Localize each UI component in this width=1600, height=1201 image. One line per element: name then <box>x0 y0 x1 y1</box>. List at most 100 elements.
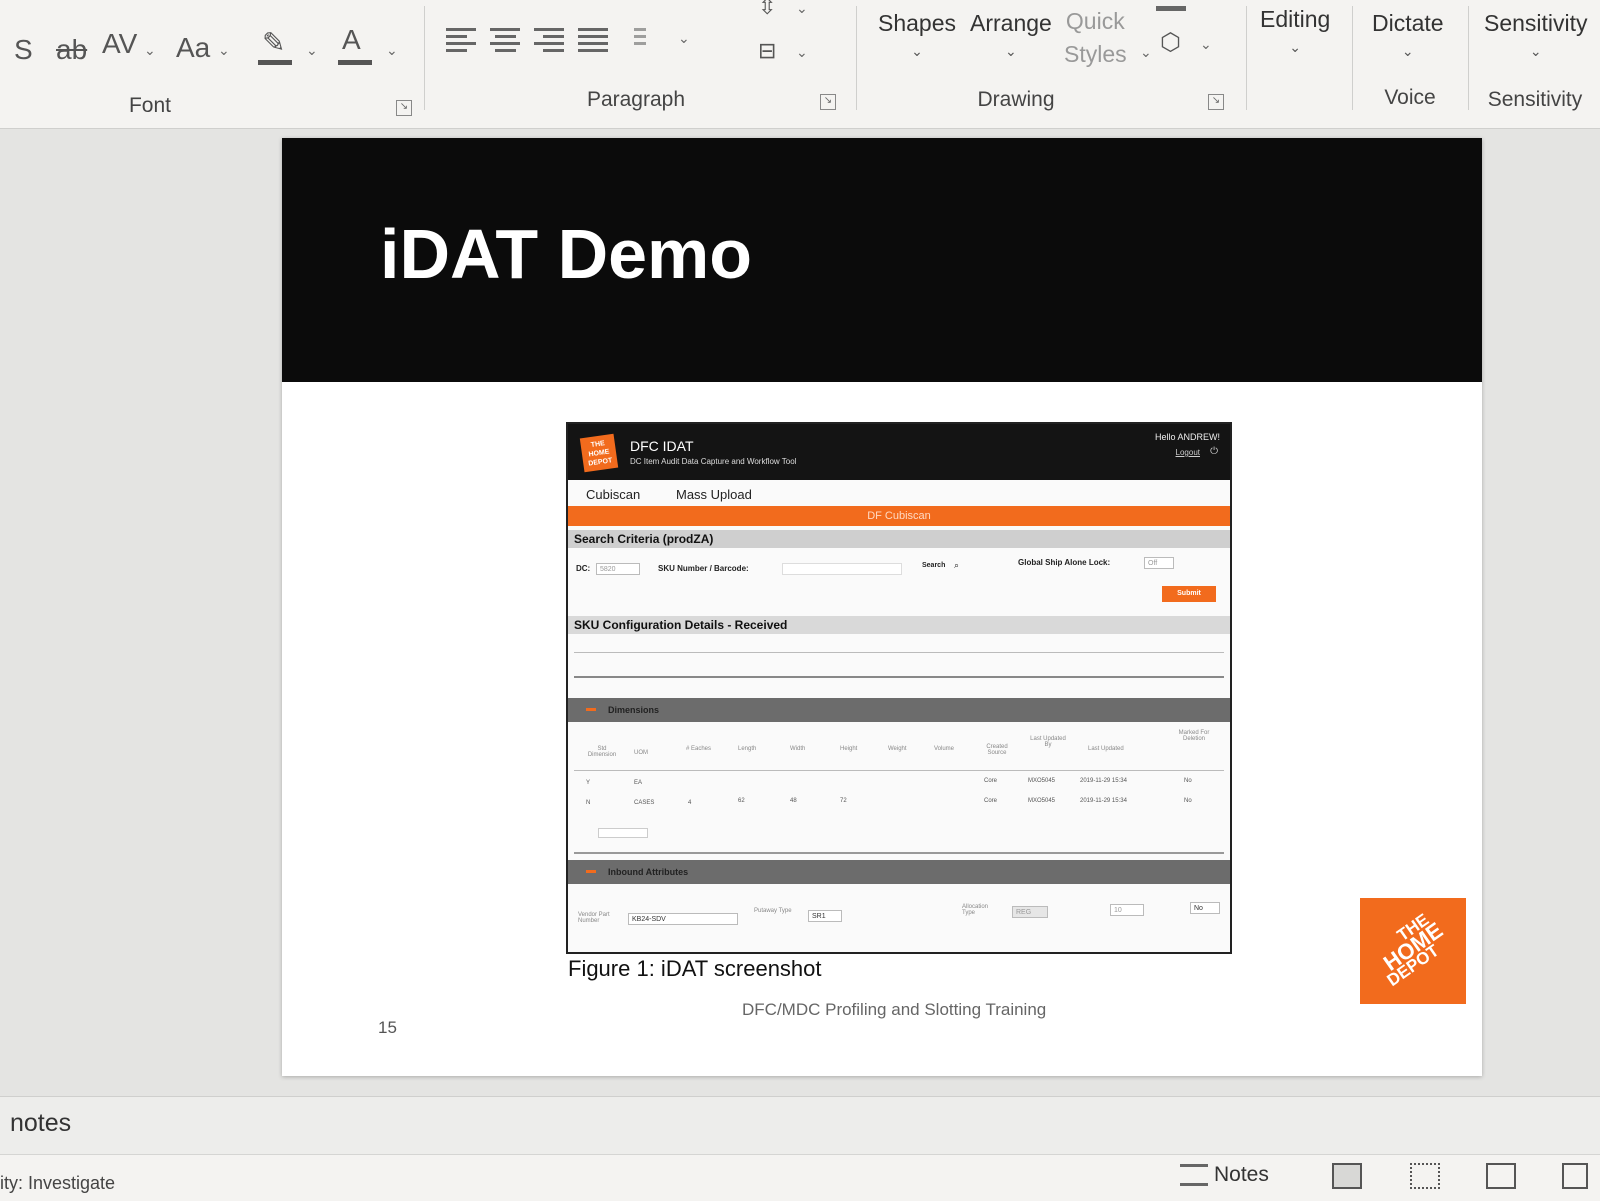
shapes-button[interactable]: Shapes ⌄ <box>878 10 956 60</box>
dim-cell: Y <box>586 780 591 786</box>
embedded-screenshot[interactable]: THE HOME DEPOT DFC IDAT DC Item Audit Data… <box>566 422 1232 954</box>
notes-pane[interactable]: notes <box>0 1096 1600 1155</box>
slide-sorter-button[interactable] <box>1410 1163 1440 1189</box>
figure-caption[interactable]: Figure 1: iDAT screenshot <box>568 956 822 982</box>
align-center-icon[interactable] <box>490 24 520 54</box>
font-color-button[interactable]: A <box>342 24 361 56</box>
drawing-group: Shapes ⌄ Arrange ⌄ Quick Styles ⌄ ⬡ ⌄ Dr… <box>860 0 1242 128</box>
normal-view-button[interactable] <box>1332 1163 1362 1189</box>
sensitivity-status[interactable]: ity: Investigate <box>0 1173 115 1194</box>
notes-button-label: Notes <box>1214 1163 1269 1186</box>
dim-header-uom: UOM <box>634 750 648 756</box>
highlighter-icon[interactable]: ✎ <box>262 26 285 59</box>
slide-footer[interactable]: DFC/MDC Profiling and Slotting Training <box>742 1000 1046 1020</box>
slide-number[interactable]: 15 <box>378 1018 397 1038</box>
editing-label: Editing <box>1260 6 1331 32</box>
change-case-button[interactable]: Aa <box>176 32 210 64</box>
dim-header-created-source: Created Source <box>986 744 1008 756</box>
global-lock-select: Off <box>1144 557 1174 569</box>
slide-title[interactable]: iDAT Demo <box>380 214 752 294</box>
dim-cell: MXO5045 <box>1028 778 1056 784</box>
drawing-group-label: Drawing <box>977 88 1055 111</box>
font-group: S ab AV ⌄ Aa ⌄ ✎ ⌄ A ⌄ Font ↘ <box>0 0 420 128</box>
dim-cell: 62 <box>738 798 745 804</box>
notes-icon <box>1180 1164 1208 1187</box>
partial-format-glyph[interactable]: S <box>14 34 33 66</box>
chevron-down-icon[interactable]: ⌄ <box>218 42 230 59</box>
chevron-down-icon[interactable]: ⌄ <box>796 0 808 17</box>
dim-header-eaches: # Eaches <box>686 746 712 752</box>
separator <box>1246 6 1247 110</box>
chevron-down-icon[interactable]: ⌄ <box>1140 44 1152 61</box>
highlight-color-bar <box>258 60 292 65</box>
dim-cell: 2019-11-29 15:34 <box>1080 798 1127 804</box>
slide[interactable]: iDAT Demo THE HOME DEPOT DFC IDAT DC Item … <box>282 138 1482 1076</box>
align-right-icon[interactable] <box>534 24 564 54</box>
notes-placeholder[interactable]: notes <box>10 1109 71 1138</box>
shape-fill-icon[interactable]: ⬡ <box>1160 28 1181 57</box>
allocation-label: Allocation Type <box>962 904 989 916</box>
dim-header-marked-deletion: Marked For Deletion <box>1178 730 1210 742</box>
chevron-down-icon[interactable]: ⌄ <box>796 44 808 61</box>
dim-bottom-divider <box>574 852 1224 854</box>
sensitivity-button[interactable]: Sensitivity ⌄ <box>1484 10 1588 60</box>
dim-cell: N <box>586 800 591 806</box>
shapes-label: Shapes <box>878 10 957 36</box>
dim-cell: No <box>1184 778 1192 784</box>
chevron-down-icon[interactable]: ⌄ <box>144 42 156 59</box>
align-left-icon[interactable] <box>446 24 476 54</box>
dialog-launcher-icon[interactable]: ↘ <box>396 100 412 116</box>
dim-header-length: Length <box>738 746 757 752</box>
columns-icon[interactable] <box>634 24 664 54</box>
dim-header-height: Height <box>840 746 858 752</box>
chevron-down-icon[interactable]: ⌄ <box>1200 36 1212 53</box>
dynamic-locations-input: 10 <box>1110 904 1144 916</box>
sku-input <box>782 563 902 575</box>
paragraph-group: ⌄ ⇳ ⌄ ⊟ ⌄ Paragraph ↘ <box>428 0 844 128</box>
dim-cell: 72 <box>840 798 847 804</box>
title-bar: iDAT Demo <box>282 138 1482 382</box>
arrange-button[interactable]: Arrange ⌄ <box>970 10 1052 60</box>
chevron-down-icon: ⌄ <box>911 43 923 59</box>
separator <box>1468 6 1469 110</box>
dictate-button[interactable]: Dictate ⌄ <box>1372 10 1444 60</box>
voice-group-label: Voice <box>1384 86 1436 109</box>
dimensions-heading: Dimensions <box>568 698 1230 722</box>
inbound-attributes-heading: Inbound Attributes <box>568 860 1230 884</box>
quick-styles-button[interactable]: Quick Styles <box>1064 8 1127 68</box>
chevron-down-icon[interactable]: ⌄ <box>386 42 398 59</box>
chevron-down-icon: ⌄ <box>1289 39 1302 55</box>
dim-header-std: Std Dimension <box>587 746 617 758</box>
global-lock-label: Global Ship Alone Lock: <box>1018 558 1111 567</box>
chevron-down-icon[interactable]: ⌄ <box>306 42 318 59</box>
dialog-launcher-icon[interactable]: ↘ <box>1208 94 1224 110</box>
editing-button[interactable]: Editing ⌄ <box>1260 6 1330 56</box>
config-row-divider <box>574 652 1224 653</box>
chevron-down-icon[interactable]: ⌄ <box>678 30 690 47</box>
dim-cell: No <box>1184 798 1192 804</box>
dim-cell: 2019-11-29 15:34 <box>1080 778 1127 784</box>
strikethrough-button[interactable]: ab <box>56 34 87 66</box>
character-spacing-button[interactable]: AV <box>102 28 137 60</box>
app-tab-cubiscan: Cubiscan <box>586 487 641 502</box>
notes-toggle-button[interactable]: Notes <box>1180 1163 1269 1187</box>
shape-outline-bar[interactable] <box>1156 6 1186 11</box>
app-tab-mass-upload: Mass Upload <box>676 487 752 502</box>
reading-view-button[interactable] <box>1486 1163 1516 1189</box>
slideshow-button[interactable] <box>1562 1163 1588 1189</box>
dim-cell: 48 <box>790 798 797 804</box>
inbound-select: No <box>1190 902 1220 914</box>
add-dimension-button <box>598 828 648 838</box>
chevron-down-icon: ⌄ <box>1529 43 1542 59</box>
putaway-select: SR1 <box>808 910 842 922</box>
dim-header-divider <box>574 770 1224 771</box>
dim-cell: Core <box>984 798 998 804</box>
text-direction-icon[interactable]: ⇳ <box>758 0 776 20</box>
paragraph-group-label: Paragraph <box>586 88 686 111</box>
dim-header-volume: Volume <box>934 746 955 752</box>
align-text-icon[interactable]: ⊟ <box>758 38 776 64</box>
power-icon: ⏻ <box>1210 446 1218 457</box>
justify-icon[interactable] <box>578 24 608 54</box>
home-depot-logo[interactable]: THE HOME DEPOT <box>1360 898 1466 1004</box>
dc-select: 5820 <box>596 563 640 575</box>
